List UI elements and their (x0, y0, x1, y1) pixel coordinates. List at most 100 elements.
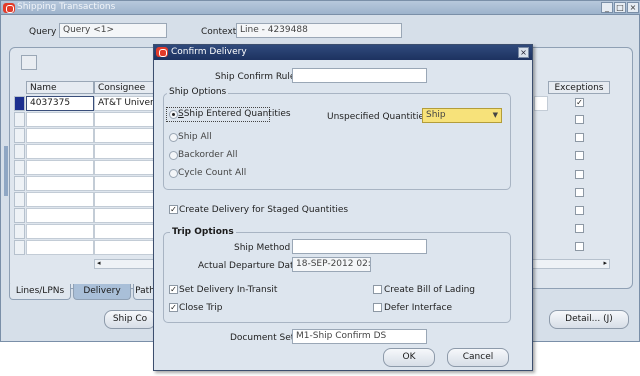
document-set-input[interactable]: M1-Ship Confirm DS (292, 329, 427, 344)
ship-options-title: Ship Options (167, 87, 229, 97)
table-cell[interactable] (94, 144, 154, 159)
row-selector[interactable] (14, 224, 25, 239)
unspecified-quantities-select[interactable]: Ship ▼ (422, 108, 502, 123)
dialog-titlebar[interactable]: Confirm Delivery × (154, 45, 532, 60)
exception-checkbox[interactable] (575, 188, 584, 197)
row-selector[interactable] (14, 176, 25, 191)
table-cell[interactable] (94, 208, 154, 223)
dialog-title: Confirm Delivery (171, 47, 247, 57)
scroll-right-icon[interactable]: ▸ (603, 259, 607, 267)
table-cell[interactable] (26, 128, 94, 143)
ship-all-label[interactable]: Ship All (178, 132, 212, 142)
exception-checkbox-checked[interactable]: ✓ (575, 98, 584, 107)
create-bol-label[interactable]: Create Bill of Lading (384, 285, 475, 295)
create-bol-checkbox[interactable] (373, 285, 382, 294)
table-cell[interactable] (26, 224, 94, 239)
ship-confirm-button[interactable]: Ship Co (104, 310, 156, 329)
query-field[interactable]: Query <1> (59, 23, 167, 38)
table-cell[interactable] (26, 160, 94, 175)
ship-method-label: Ship Method (234, 243, 291, 253)
table-cell[interactable] (94, 224, 154, 239)
table-cell[interactable] (94, 128, 154, 143)
column-exceptions[interactable]: Exceptions (548, 81, 610, 94)
table-cell[interactable] (26, 176, 94, 191)
create-delivery-checkbox[interactable]: ✓ (169, 205, 178, 214)
exception-checkbox[interactable] (575, 170, 584, 179)
departure-date-label: Actual Departure Date (198, 261, 300, 271)
cycle-count-all-label[interactable]: Cycle Count All (178, 168, 246, 178)
oracle-logo-icon (156, 47, 168, 57)
close-trip-label[interactable]: Close Trip (179, 303, 222, 313)
defer-interface-label[interactable]: Defer Interface (384, 303, 452, 313)
row-selector[interactable] (14, 208, 25, 223)
table-cell[interactable] (26, 144, 94, 159)
backorder-all-radio[interactable] (169, 151, 178, 160)
set-in-transit-checkbox[interactable]: ✓ (169, 285, 178, 294)
row-selector-active[interactable] (14, 96, 25, 111)
table-cell[interactable] (26, 192, 94, 207)
confirm-delivery-dialog: Confirm Delivery × Ship Confirm Rule Shi… (153, 44, 533, 371)
window-title: Shipping Transactions (17, 2, 116, 12)
set-in-transit-label[interactable]: Set Delivery In-Transit (179, 285, 277, 295)
query-label: Query (29, 27, 57, 37)
context-label: Context (201, 27, 237, 37)
exception-checkbox[interactable] (575, 224, 584, 233)
tab-lines-lpns[interactable]: Lines/LPNs (9, 284, 71, 300)
table-cell-consignee[interactable]: AT&T Universal (94, 96, 154, 111)
table-cell-name[interactable]: 4037375 (26, 96, 94, 111)
exception-checkbox[interactable] (575, 151, 584, 160)
context-field[interactable]: Line - 4239488 (236, 23, 402, 38)
exception-checkbox[interactable] (575, 242, 584, 251)
row-selector[interactable] (14, 144, 25, 159)
table-cell[interactable] (26, 240, 94, 255)
table-cell[interactable] (26, 112, 94, 127)
ship-method-input[interactable] (292, 239, 427, 254)
row-selector[interactable] (14, 160, 25, 175)
backorder-all-label[interactable]: Backorder All (178, 150, 238, 160)
window-titlebar[interactable]: Shipping Transactions _ □ × (1, 1, 640, 15)
departure-date-input[interactable]: 18-SEP-2012 02:11 (292, 257, 371, 272)
cancel-button[interactable]: Cancel (447, 348, 509, 367)
ship-entered-radio[interactable] (169, 110, 178, 119)
table-cell[interactable] (534, 96, 548, 111)
exception-checkbox[interactable] (575, 133, 584, 142)
ship-confirm-rule-input[interactable] (292, 68, 427, 83)
column-consignee[interactable]: Consignee (94, 81, 154, 94)
close-icon[interactable]: × (627, 2, 639, 13)
edit-icon[interactable] (21, 55, 37, 70)
document-set-label: Document Set (230, 333, 295, 343)
cycle-count-all-radio[interactable] (169, 169, 178, 178)
create-delivery-label[interactable]: Create Delivery for Staged Quantities (179, 205, 348, 215)
ship-confirm-rule-label: Ship Confirm Rule (215, 72, 296, 82)
table-cell[interactable] (94, 240, 154, 255)
exception-checkbox[interactable] (575, 206, 584, 215)
row-selector[interactable] (14, 240, 25, 255)
maximize-icon[interactable]: □ (614, 2, 626, 13)
close-icon[interactable]: × (518, 47, 529, 58)
tab-delivery[interactable]: Delivery (73, 284, 131, 300)
ok-button[interactable]: OK (383, 348, 435, 367)
oracle-logo-icon (3, 3, 15, 13)
vertical-scrollbar[interactable] (4, 146, 8, 196)
minimize-icon[interactable]: _ (601, 2, 613, 13)
scroll-left-icon[interactable]: ◂ (97, 259, 101, 267)
ship-entered-label[interactable]: SShip Entered Quantities (178, 109, 291, 119)
exception-checkbox[interactable] (575, 115, 584, 124)
close-trip-checkbox[interactable]: ✓ (169, 303, 178, 312)
column-name[interactable]: Name (26, 81, 94, 94)
table-cell[interactable] (94, 192, 154, 207)
row-selector[interactable] (14, 128, 25, 143)
trip-options-title: Trip Options (170, 227, 236, 237)
ship-all-radio[interactable] (169, 133, 178, 142)
table-cell[interactable] (94, 176, 154, 191)
table-cell[interactable] (94, 112, 154, 127)
unspecified-quantities-label: Unspecified Quantities (327, 112, 429, 122)
detail-button[interactable]: Detail... (J) (549, 310, 629, 329)
table-cell[interactable] (26, 208, 94, 223)
unspecified-quantities-value: Ship (426, 110, 446, 120)
defer-interface-checkbox[interactable] (373, 303, 382, 312)
row-selector[interactable] (14, 112, 25, 127)
chevron-down-icon[interactable]: ▼ (493, 111, 498, 119)
table-cell[interactable] (94, 160, 154, 175)
row-selector[interactable] (14, 192, 25, 207)
